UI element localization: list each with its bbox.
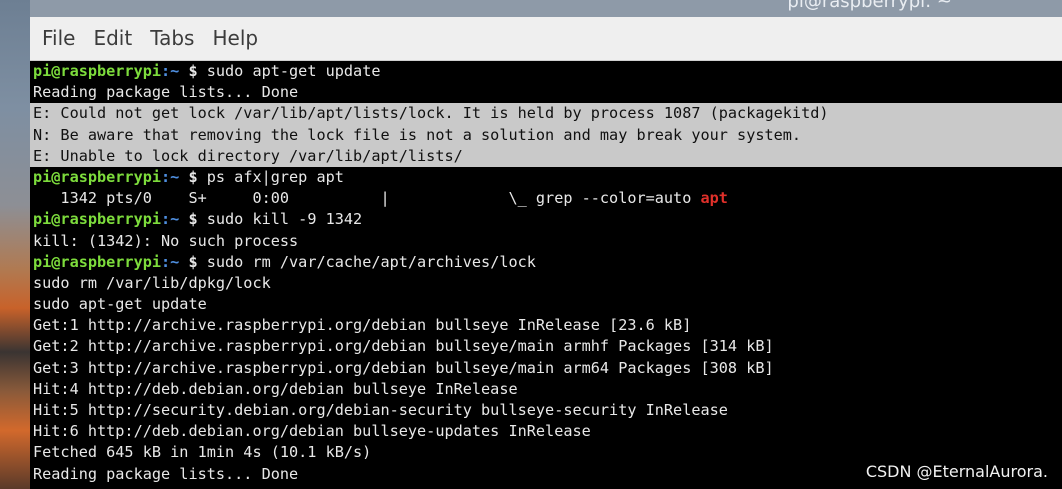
- output-line: Get:1 http://archive.raspberrypi.org/deb…: [33, 316, 692, 335]
- watermark: CSDN @EternalAurora.: [865, 462, 1048, 481]
- output-line: Fetched 645 kB in 1min 4s (10.1 kB/s): [33, 443, 372, 462]
- prompt-path: :~: [161, 167, 180, 186]
- command-line: pi@raspberrypi:~ $ sudo apt-get update: [30, 61, 1062, 82]
- output-line: Hit:5 http://security.debian.org/debian-…: [33, 401, 728, 419]
- prompt-symbol: $: [179, 62, 207, 80]
- command-text: ps afx|grep apt: [206, 167, 344, 186]
- menu-bar: File Edit Tabs Help: [30, 17, 1062, 61]
- output-line: Get:3 http://archive.raspberrypi.org/deb…: [33, 358, 774, 377]
- terminal-window: pi@raspberrypi: ~ File Edit Tabs Help pi…: [30, 0, 1062, 489]
- prompt-symbol: $: [179, 252, 207, 271]
- title-bar[interactable]: pi@raspberrypi: ~: [30, 0, 1062, 17]
- prompt-user: pi@raspberrypi: [33, 62, 162, 80]
- desktop-wallpaper: [0, 0, 30, 489]
- window-title: pi@raspberrypi: ~: [787, 0, 952, 12]
- grep-match-highlight: apt: [700, 189, 728, 208]
- menu-edit[interactable]: Edit: [83, 17, 140, 60]
- error-line: E: Could not get lock /var/lib/apt/lists…: [30, 103, 1062, 125]
- error-line: E: Unable to lock directory /var/lib/apt…: [30, 145, 1062, 167]
- prompt-path: :~: [161, 252, 180, 271]
- menu-tabs[interactable]: Tabs: [140, 17, 202, 60]
- command-line: pi@raspberrypi:~ $ ps afx|grep apt: [30, 167, 1062, 188]
- prompt-path: :~: [161, 210, 180, 229]
- output-line: Reading package lists... Done: [33, 83, 299, 102]
- menu-file[interactable]: File: [30, 17, 83, 60]
- output-line: sudo apt-get update: [33, 295, 207, 314]
- menu-help[interactable]: Help: [202, 17, 266, 60]
- prompt-symbol: $: [179, 167, 207, 186]
- output-line: Hit:4 http://deb.debian.org/debian bulls…: [33, 379, 518, 398]
- prompt-user: pi@raspberrypi: [33, 167, 162, 186]
- command-text: sudo rm /var/cache/apt/archives/lock: [206, 252, 536, 271]
- prompt-path: :~: [161, 62, 180, 80]
- output-line: sudo rm /var/lib/dpkg/lock: [33, 273, 271, 292]
- output-line: Hit:6 http://deb.debian.org/debian bulls…: [33, 422, 591, 441]
- command-text: sudo kill -9 1342: [206, 210, 363, 229]
- prompt-symbol: $: [179, 210, 207, 229]
- output-line: Get:2 http://archive.raspberrypi.org/deb…: [33, 337, 774, 356]
- output-line: 1342 pts/0 S+ 0:00 | \_ grep --color=aut…: [30, 188, 1062, 209]
- command-text: sudo apt-get update: [206, 62, 381, 80]
- output-line: kill: (1342): No such process: [33, 231, 299, 250]
- grep-output-text: 1342 pts/0 S+ 0:00 | \_ grep --color=aut…: [33, 189, 701, 208]
- error-line: N: Be aware that removing the lock file …: [30, 124, 1062, 146]
- terminal-output[interactable]: pi@raspberrypi:~ $ sudo apt-get update Re…: [30, 61, 1062, 489]
- prompt-user: pi@raspberrypi: [33, 210, 162, 229]
- command-line: pi@raspberrypi:~ $ sudo rm /var/cache/ap…: [30, 252, 1062, 273]
- prompt-user: pi@raspberrypi: [33, 252, 162, 271]
- command-line: pi@raspberrypi:~ $ sudo kill -9 1342: [30, 209, 1062, 230]
